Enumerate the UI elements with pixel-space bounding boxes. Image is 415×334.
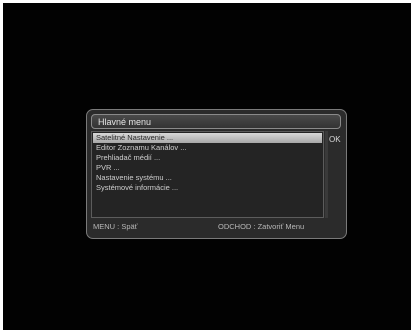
footer-hints: MENU : Späť ODCHOD : Zatvoriť Menu — [91, 220, 341, 234]
main-menu-window: Hlavné menu Satelitné Nastavenie ... Edi… — [86, 109, 347, 239]
menu-item-satellite-setup[interactable]: Satelitné Nastavenie ... — [93, 133, 322, 143]
ok-hint: OK — [329, 135, 341, 144]
back-hint: MENU : Späť — [93, 222, 138, 231]
menu-scrollbar — [325, 131, 328, 218]
menu-item-media-browser[interactable]: Prehliadač médií ... — [93, 153, 322, 163]
menu-title: Hlavné menu — [98, 117, 152, 127]
menu-item-system-info[interactable]: Systémové informácie ... — [93, 183, 322, 193]
menu-item-channel-list-editor[interactable]: Editor Zoznamu Kanálov ... — [93, 143, 322, 153]
exit-hint: ODCHOD : Zatvoriť Menu — [218, 222, 305, 231]
menu-list: Satelitné Nastavenie ... Editor Zoznamu … — [91, 131, 324, 218]
menu-item-system-setup[interactable]: Nastavenie systému ... — [93, 173, 322, 183]
tv-screen: Hlavné menu Satelitné Nastavenie ... Edi… — [3, 3, 411, 330]
menu-title-bar: Hlavné menu — [91, 114, 341, 129]
menu-item-pvr[interactable]: PVR ... — [93, 163, 322, 173]
